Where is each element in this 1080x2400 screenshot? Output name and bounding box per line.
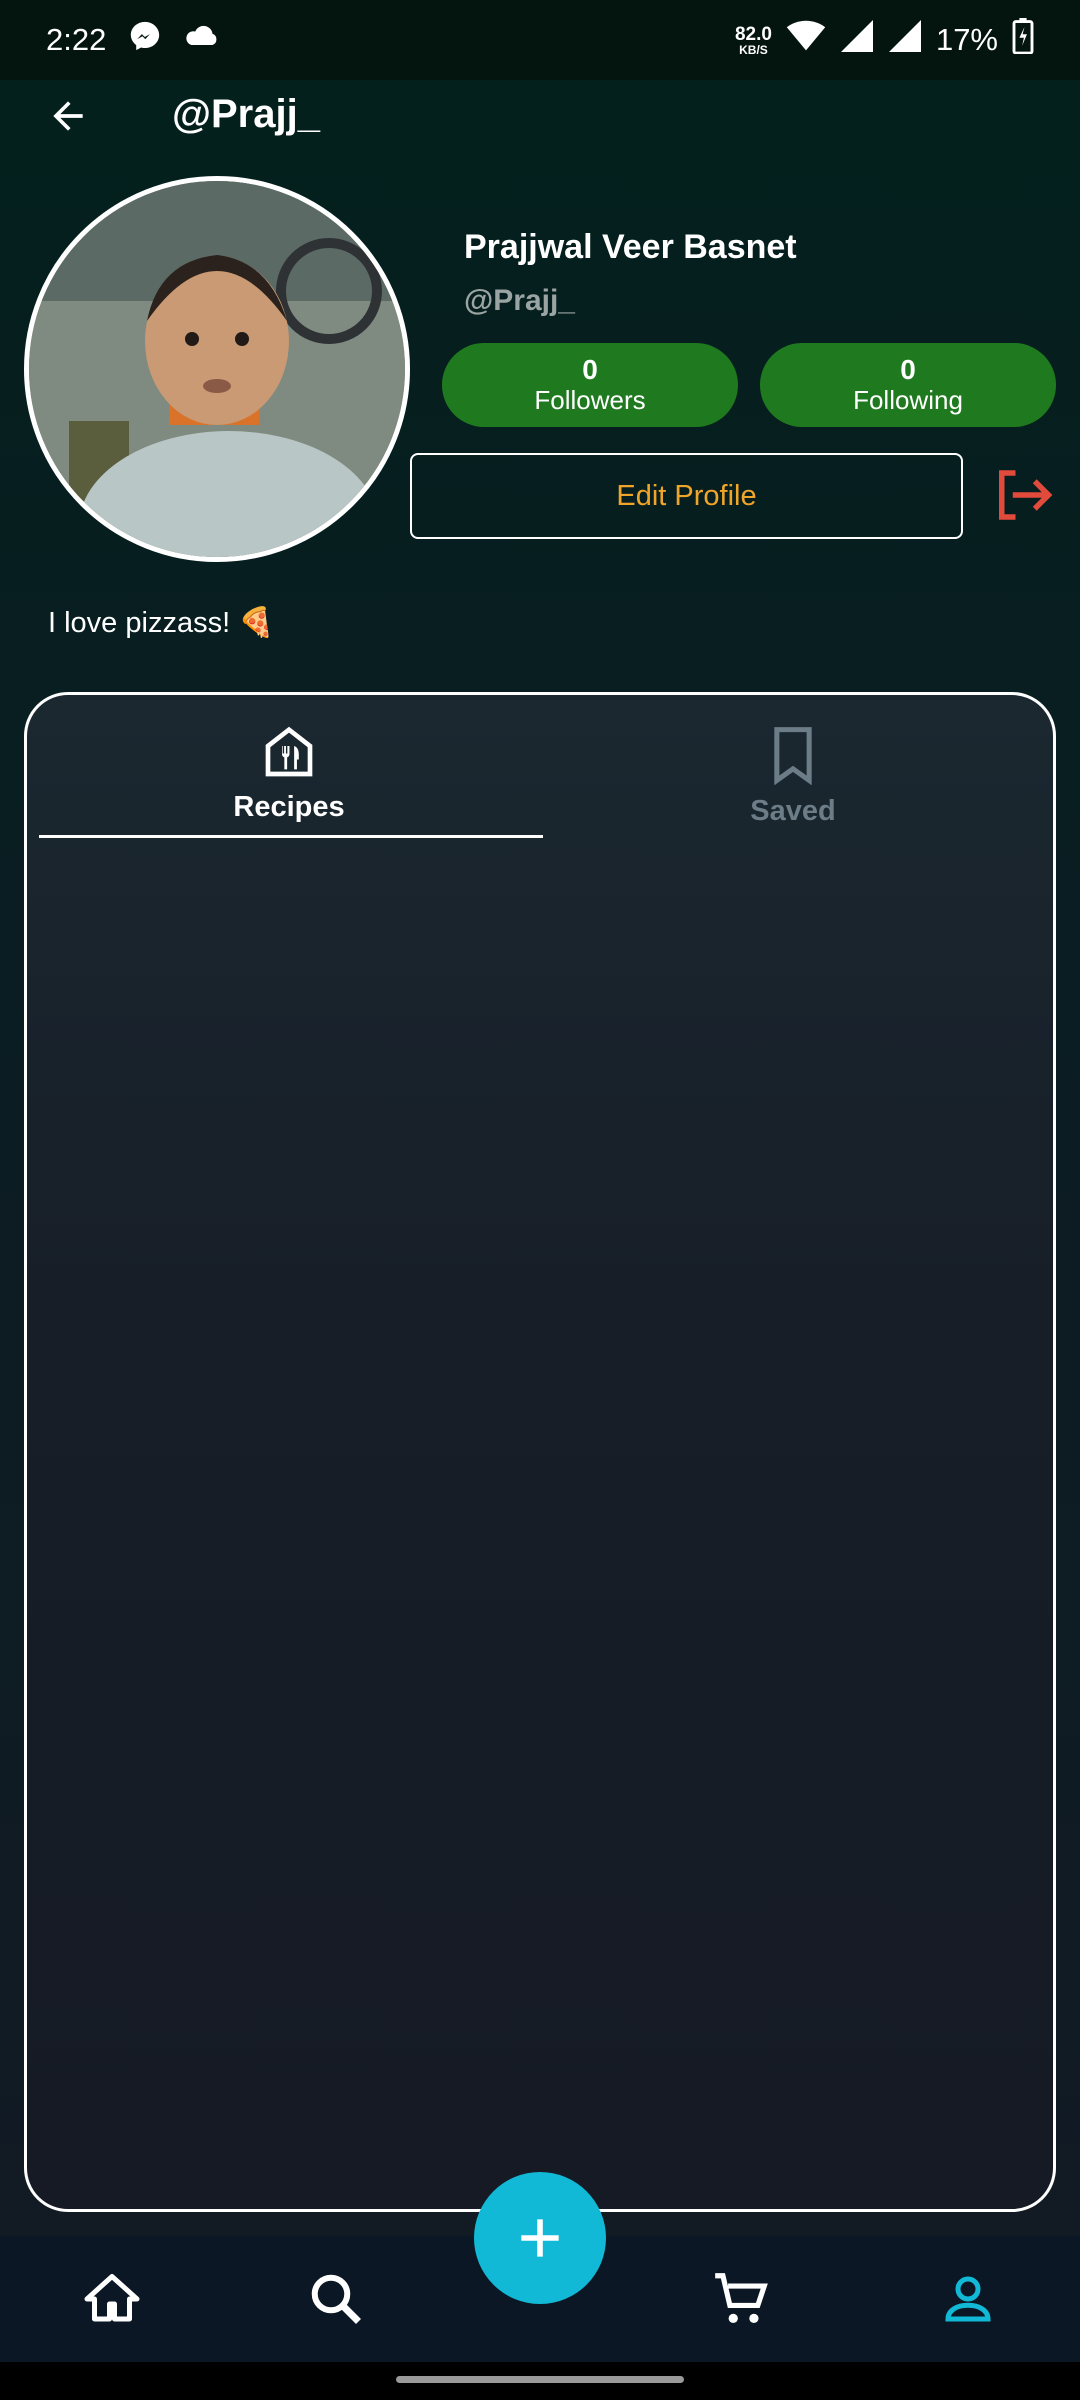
followers-label: Followers [534, 385, 646, 416]
status-bar: 2:22 82.0 KB/S 17% [0, 0, 1080, 80]
home-icon [84, 2274, 140, 2322]
plus-icon [521, 2219, 559, 2257]
arrow-back-icon [53, 101, 83, 131]
edit-profile-button[interactable]: Edit Profile [410, 453, 963, 539]
back-button[interactable] [40, 88, 96, 144]
cloud-icon [184, 22, 220, 58]
gesture-handle[interactable] [396, 2376, 684, 2383]
network-speed-unit: KB/S [739, 42, 768, 57]
restaurant-icon [265, 726, 313, 777]
messenger-icon [128, 19, 162, 61]
bookmark-icon [774, 727, 812, 785]
search-icon [311, 2274, 361, 2324]
nav-cart[interactable] [704, 2262, 778, 2336]
tab-recipes[interactable]: Recipes [39, 725, 539, 835]
add-recipe-button[interactable] [474, 2172, 606, 2304]
logout-button[interactable] [988, 462, 1054, 528]
tab-saved[interactable]: Saved [543, 725, 1043, 835]
profile-bio: I love pizzass! 🍕 [48, 607, 275, 639]
signal-icon [840, 20, 874, 60]
avatar[interactable] [24, 176, 410, 562]
tabs-card: Recipes Saved [24, 692, 1056, 2212]
followers-button[interactable]: 0 Followers [442, 343, 738, 427]
status-time: 2:22 [46, 22, 107, 57]
followers-count: 0 [582, 353, 598, 385]
nav-search[interactable] [299, 2262, 373, 2336]
profile-handle: @Prajj_ [464, 284, 575, 317]
nav-profile[interactable] [931, 2262, 1005, 2336]
wifi-icon [786, 20, 826, 60]
app-header: @Prajj_ [0, 80, 1080, 150]
gesture-area [0, 2362, 1080, 2400]
profile-icon [945, 2276, 991, 2322]
network-speed-value: 82.0 [734, 23, 772, 45]
nav-home[interactable] [75, 2262, 149, 2336]
profile-name: Prajjwal Veer Basnet [464, 228, 797, 266]
signal-icon-2 [888, 20, 922, 60]
network-speed: 82.0 KB/S [735, 25, 772, 56]
active-tab-indicator [39, 835, 543, 838]
following-label: Following [853, 385, 963, 416]
cart-icon [715, 2273, 768, 2324]
following-count: 0 [900, 353, 916, 385]
tab-recipes-label: Recipes [233, 791, 345, 823]
logout-icon [999, 470, 1053, 520]
battery-percent: 17% [935, 22, 998, 57]
battery-icon [1012, 18, 1034, 62]
page-title: @Prajj_ [172, 92, 320, 136]
tab-saved-label: Saved [750, 795, 836, 827]
following-button[interactable]: 0 Following [760, 343, 1056, 427]
